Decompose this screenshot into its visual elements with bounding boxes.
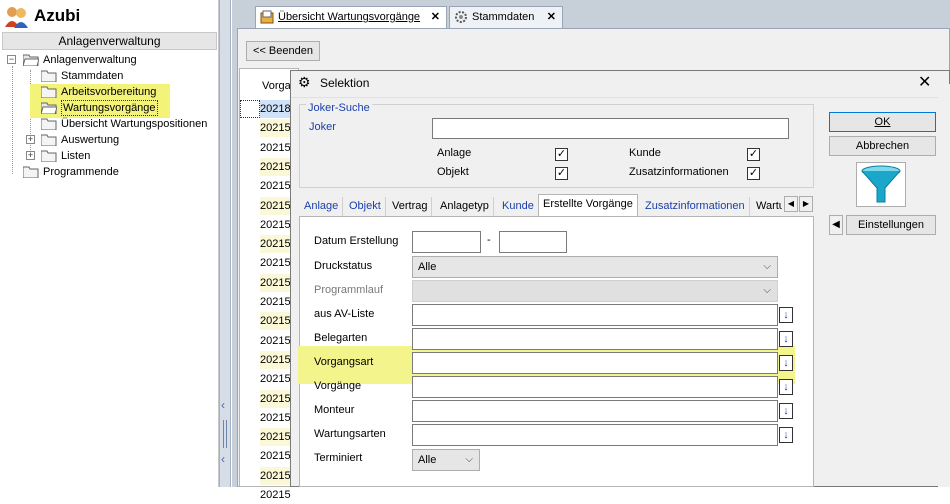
label-aus-av-liste: aus AV-Liste [314,308,375,320]
tab-kunde[interactable]: Kunde [498,197,539,216]
lookup-download-icon[interactable]: ↓ [779,307,793,323]
lookup-download-icon[interactable]: ↓ [779,403,793,419]
lookup-download-icon[interactable]: ↓ [779,331,793,347]
monteur-input[interactable] [412,400,778,422]
druckstatus-select[interactable]: Alle ⌵ [412,256,778,278]
folder-icon [41,118,57,130]
close-tab-icon[interactable]: ✕ [431,7,440,27]
check-label-kunde: Kunde [629,147,661,159]
einstellungen-button[interactable]: Einstellungen [846,215,936,235]
folder-icon [41,150,57,162]
tab-scroll-right-icon[interactable]: ▶ [799,196,813,212]
navigation-panel: Azubi Anlagenverwaltung − Anlagenverwalt… [0,0,219,487]
grid-column-header[interactable]: Vorga [262,80,291,92]
terminiert-select[interactable]: Alle ⌵ [412,449,480,471]
label-vorgangsart: Vorgangsart [314,356,374,368]
check-label-objekt: Objekt [437,166,469,178]
tab-anlagetyp[interactable]: Anlagetyp [436,197,494,216]
grid-row[interactable]: 20215 [260,486,300,504]
tab-objekt[interactable]: Objekt [345,197,386,216]
background-edge [938,84,950,487]
expand-icon[interactable]: + [26,151,35,160]
check-label-zusatzinformationen: Zusatzinformationen [629,166,729,178]
label-monteur: Monteur [314,404,355,416]
folder-doc-icon [260,10,274,24]
folder-icon [23,166,39,178]
label-vorgaenge: Vorgänge [314,380,362,392]
app-title: Azubi [34,6,81,25]
collapse-icon[interactable]: − [7,55,16,64]
datum-from-input[interactable] [412,231,481,253]
splitter-grip[interactable] [223,420,227,448]
tree-line [12,66,13,174]
group-title: Joker-Suche [306,102,372,114]
row-selector [240,100,260,118]
label-belegarten: Belegarten [314,332,368,344]
checkbox-anlage[interactable]: ✓ [555,148,568,161]
date-range-separator: - [487,234,491,246]
close-icon[interactable]: ✕ [918,72,931,92]
divider [291,97,949,98]
open-folder-icon [41,102,57,114]
panel-splitter[interactable]: ‹ ‹ [219,0,231,487]
label-wartungsarten: Wartungsarten [314,428,386,440]
expand-icon[interactable]: + [26,135,35,144]
wartungsarten-input[interactable] [412,424,778,446]
users-icon [4,5,30,29]
open-folder-icon [23,54,39,66]
av-liste-input[interactable] [412,304,778,326]
label-programmlauf: Programmlauf [314,284,384,296]
joker-input[interactable] [432,118,789,139]
folder-icon [41,86,57,98]
tab-scroll-left-icon[interactable]: ◀ [784,196,798,212]
tab-uebersicht-wartungsvorgaenge[interactable]: Übersicht Wartungsvorgänge ✕ [255,6,447,28]
checkbox-zusatzinformationen[interactable]: ✓ [747,167,760,180]
section-header[interactable]: Anlagenverwaltung [2,32,217,50]
programmlauf-select: ⌵ [412,280,778,302]
lookup-download-icon[interactable]: ↓ [779,379,793,395]
tab-wartung[interactable]: Wartu [752,197,782,216]
folder-icon [41,134,57,146]
ok-button[interactable]: OK [829,112,936,132]
lookup-download-icon[interactable]: ↓ [779,427,793,443]
label-datum-erstellung: Datum Erstellung [314,235,399,247]
vorgaenge-input[interactable] [412,376,778,398]
chevron-down-icon: ⌵ [465,454,473,465]
tab-erstellte-vorgaenge[interactable]: Erstellte Vorgänge [538,194,638,217]
collapse-left-icon[interactable]: ◀ [829,215,843,235]
check-label-anlage: Anlage [437,147,472,159]
chevron-left-icon[interactable]: ‹ [221,398,225,412]
chevron-down-icon: ⌵ [763,285,771,296]
beenden-button[interactable]: << Beenden [246,41,320,61]
abbrechen-button[interactable]: Abbrechen [829,136,936,156]
tab-anlage[interactable]: Anlage [300,197,344,216]
checkbox-kunde[interactable]: ✓ [747,148,760,161]
checkbox-objekt[interactable]: ✓ [555,167,568,180]
tab-vertrag[interactable]: Vertrag [388,197,433,216]
tab-stammdaten[interactable]: Stammdaten ✕ [449,6,563,28]
filter-funnel-icon[interactable] [856,162,906,207]
gear-icon [455,11,467,23]
chevron-left-icon[interactable]: ‹ [221,452,225,466]
vorgangsart-input[interactable] [412,352,778,374]
label-druckstatus: Druckstatus [314,260,373,272]
tab-zusatzinformationen[interactable]: Zusatzinformationen [641,197,750,216]
label-terminiert: Terminiert [314,452,363,464]
gear-icon: ⚙ [298,74,311,90]
lookup-download-icon[interactable]: ↓ [779,355,793,371]
dialog-title: Selektion [320,76,370,90]
joker-label: Joker [309,121,336,133]
belegarten-input[interactable] [412,328,778,350]
chevron-down-icon: ⌵ [763,261,771,272]
close-tab-icon[interactable]: ✕ [547,7,556,27]
datum-to-input[interactable] [499,231,567,253]
folder-icon [41,70,57,82]
tree-item-arbeitsvorbereitung[interactable]: Arbeitsvorbereitung [30,84,170,100]
